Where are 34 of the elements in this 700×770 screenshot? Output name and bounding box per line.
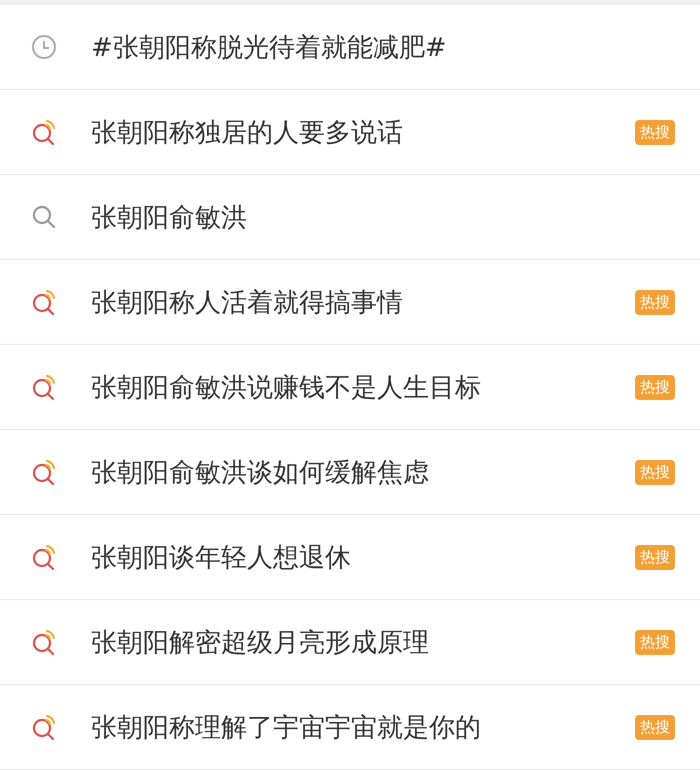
- hot-search-icon: [30, 713, 58, 741]
- suggestion-text: 张朝阳谈年轻人想退休: [91, 542, 352, 574]
- hot-badge: 热搜: [635, 630, 675, 654]
- search-icon: [30, 203, 58, 231]
- hot-search-icon: [30, 458, 58, 486]
- hot-search-icon: [30, 288, 58, 316]
- suggestion-item[interactable]: 张朝阳称独居的人要多说话 热搜: [0, 90, 700, 175]
- suggestion-text: 张朝阳称人活着就得搞事情: [91, 286, 404, 320]
- suggestion-text: 张朝阳称独居的人要多说话: [91, 116, 404, 150]
- hot-badge: 热搜: [635, 120, 675, 144]
- hot-search-icon: [30, 628, 58, 656]
- suggestion-text: 张朝阳称理解了宇宙宇宙就是你的: [91, 712, 482, 744]
- hot-search-icon: [30, 373, 58, 401]
- suggestion-item[interactable]: 张朝阳俞敏洪说赚钱不是人生目标 热搜: [0, 345, 700, 430]
- hot-badge: 热搜: [635, 290, 675, 314]
- suggestion-text: 张朝阳解密超级月亮形成原理: [91, 626, 430, 660]
- hot-badge: 热搜: [635, 544, 675, 570]
- suggestion-item[interactable]: 张朝阳称理解了宇宙宇宙就是你的 热搜: [0, 685, 700, 770]
- suggestion-text: 张朝阳俞敏洪谈如何缓解焦虑: [91, 456, 430, 490]
- suggestion-item[interactable]: 张朝阳解密超级月亮形成原理 热搜: [0, 600, 700, 685]
- hot-search-icon: [30, 543, 58, 571]
- clock-icon: [30, 33, 58, 61]
- suggestion-text: 张朝阳俞敏洪: [91, 202, 248, 234]
- suggestion-item[interactable]: 张朝阳称人活着就得搞事情 热搜: [0, 260, 700, 345]
- hot-badge: 热搜: [635, 460, 675, 484]
- suggestion-text: #张朝阳称脱光待着就能减肥#: [91, 32, 448, 64]
- hot-search-icon: [30, 118, 58, 146]
- suggestion-text: 张朝阳俞敏洪说赚钱不是人生目标: [91, 372, 482, 404]
- suggestion-item[interactable]: 张朝阳俞敏洪谈如何缓解焦虑 热搜: [0, 430, 700, 515]
- hot-badge: 热搜: [635, 374, 675, 400]
- suggestion-item[interactable]: 张朝阳谈年轻人想退休 热搜: [0, 515, 700, 600]
- hot-badge: 热搜: [635, 714, 675, 740]
- suggestion-item[interactable]: 张朝阳俞敏洪: [0, 175, 700, 260]
- suggestion-item[interactable]: #张朝阳称脱光待着就能减肥#: [0, 5, 700, 90]
